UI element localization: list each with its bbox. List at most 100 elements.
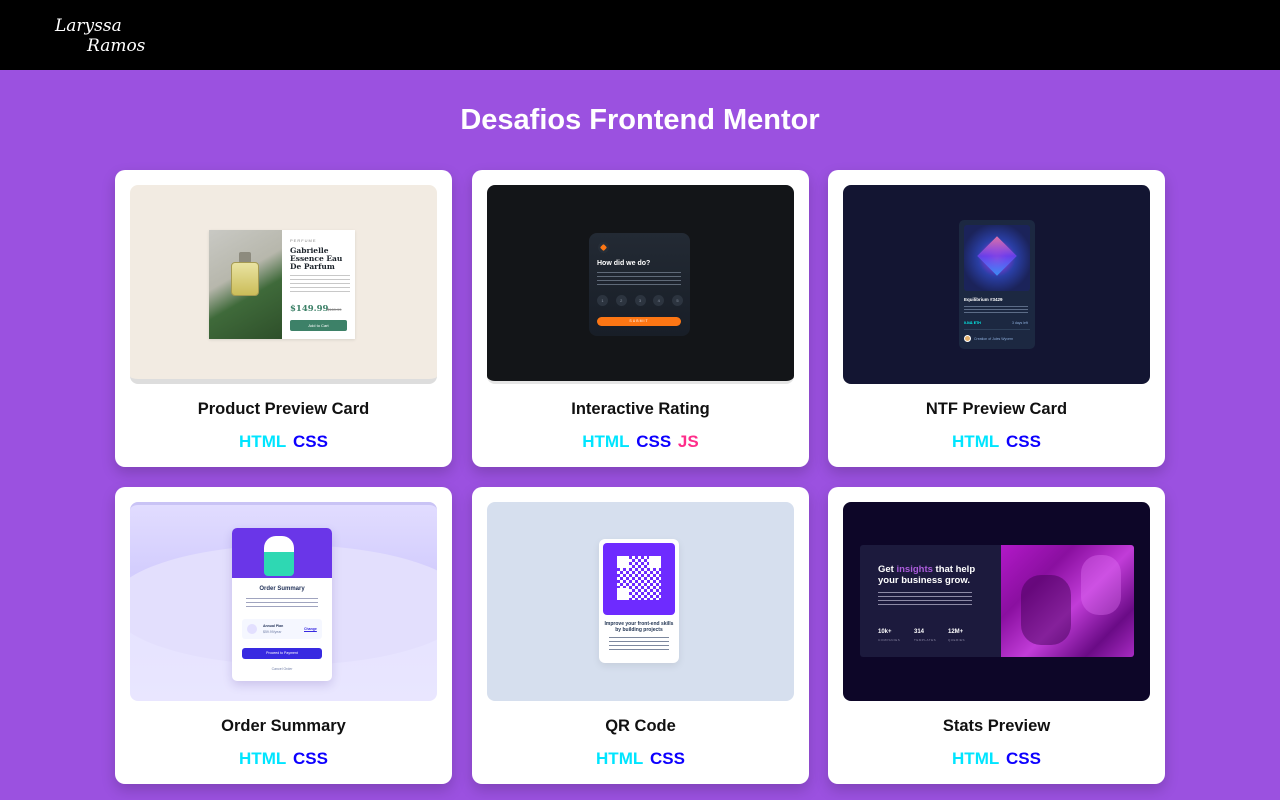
project-thumbnail[interactable]: PERFUME Gabrielle Essence Eau De Parfum … [130, 185, 437, 384]
project-title: Interactive Rating [571, 400, 710, 418]
stat-value: 314 [914, 629, 925, 635]
page-title: Desafios Frontend Mentor [460, 104, 820, 136]
qr-card-preview: Improve your front-end skills by buildin… [599, 539, 679, 663]
perfume-bottle [231, 262, 259, 296]
tag-html: HTML [239, 749, 287, 768]
stats-heading: Get insights that help your business gro… [878, 564, 988, 586]
rating-card-preview: How did we do? 1 2 3 4 5 SUBMIT [589, 233, 690, 336]
plan-box: Annual Plan $59.99/year Change [242, 619, 322, 639]
proceed-payment-button: Proceed to Payment [242, 648, 322, 659]
rating-option: 5 [672, 295, 683, 306]
project-title: QR Code [605, 717, 676, 735]
qr-description-lines [609, 637, 669, 651]
project-title: Order Summary [221, 717, 346, 735]
rating-numbers: 1 2 3 4 5 [597, 295, 683, 306]
nft-days-left: 3 days left [1012, 321, 1028, 325]
rating-option: 1 [597, 295, 608, 306]
stat-label: TEMPLATES [914, 638, 937, 642]
tag-css: CSS [292, 749, 328, 768]
nft-price: 0.041 ETH [964, 321, 981, 325]
project-title: Product Preview Card [197, 400, 370, 418]
tag-css: CSS [1005, 749, 1041, 768]
stats-heading-highlight: insights [896, 564, 933, 575]
order-title: Order Summary [259, 586, 305, 592]
gem-shape [977, 236, 1017, 276]
project-card-order-summary[interactable]: Order Summary Annual Plan $59.99/year Ch… [115, 487, 452, 784]
project-card-stats-preview[interactable]: Get insights that help your business gro… [828, 487, 1165, 784]
music-icon [247, 624, 257, 634]
stat-label: QUERIES [948, 638, 966, 642]
tech-tags: HTML CSS [828, 432, 1165, 452]
product-title: Gabrielle Essence Eau De Parfum [290, 246, 343, 271]
perfume-image [209, 230, 282, 339]
stat-value: 10k+ [878, 629, 892, 635]
qr-code-box [603, 543, 675, 615]
product-description-lines [290, 275, 350, 295]
tag-html: HTML [582, 432, 630, 451]
nft-creator: Creation of Jules Wyvern [974, 337, 1014, 341]
plan-name: Annual Plan [263, 624, 284, 628]
stats-image [1001, 545, 1134, 657]
project-card-nft-preview[interactable]: Equilibrium #3429 0.041 ETH 3 days left … [828, 170, 1165, 467]
logo-last-name: Ramos [87, 36, 146, 56]
qr-code-icon [617, 556, 661, 600]
nft-card-preview: Equilibrium #3429 0.041 ETH 3 days left … [959, 220, 1035, 349]
project-title: Stats Preview [942, 717, 1051, 735]
tag-html: HTML [239, 432, 287, 451]
product-category: PERFUME [290, 238, 317, 243]
add-to-cart-button: Add to Cart [290, 320, 347, 331]
avatar [964, 335, 971, 342]
project-thumbnail[interactable]: Get insights that help your business gro… [843, 502, 1150, 701]
stat-label: COMPANIES [878, 638, 901, 642]
project-card-interactive-rating[interactable]: How did we do? 1 2 3 4 5 SUBMIT Interact… [472, 170, 809, 467]
project-card-qr-code[interactable]: Improve your front-end skills by buildin… [472, 487, 809, 784]
tag-html: HTML [952, 432, 1000, 451]
divider [964, 329, 1030, 330]
tag-html: HTML [596, 749, 644, 768]
project-title: NTF Preview Card [925, 400, 1068, 418]
submit-button: SUBMIT [597, 317, 681, 326]
product-card-preview: PERFUME Gabrielle Essence Eau De Parfum … [209, 230, 355, 339]
tech-tags: HTML CSS [115, 432, 452, 452]
tag-css: CSS [649, 749, 685, 768]
qr-title: Improve your front-end skills by buildin… [604, 621, 674, 633]
star-icon [598, 242, 609, 253]
nft-title: Equilibrium #3429 [964, 297, 1003, 302]
tag-html: HTML [952, 749, 1000, 768]
tag-js: JS [677, 432, 699, 451]
logo-first-name: Laryssa [55, 16, 122, 36]
stats-description-lines [878, 592, 972, 606]
site-logo[interactable]: Laryssa Ramos [55, 14, 150, 58]
project-card-product-preview[interactable]: PERFUME Gabrielle Essence Eau De Parfum … [115, 170, 452, 467]
rating-description-lines [597, 272, 681, 286]
stat-value: 12M+ [948, 629, 964, 635]
change-link: Change [304, 627, 317, 631]
nft-image [964, 225, 1030, 291]
rating-question: How did we do? [597, 260, 651, 267]
top-bar: Laryssa Ramos [0, 0, 1280, 70]
rating-option: 4 [653, 295, 665, 306]
tag-css: CSS [636, 432, 672, 451]
nft-description-lines [964, 306, 1028, 314]
project-thumbnail[interactable]: How did we do? 1 2 3 4 5 SUBMIT [487, 185, 794, 384]
tech-tags: HTML CSS [472, 749, 809, 769]
product-price: $149.99 [290, 304, 329, 314]
cancel-order-link: Cancel Order [271, 667, 293, 671]
tag-css: CSS [1005, 432, 1041, 451]
tech-tags: HTML CSS [828, 749, 1165, 769]
project-thumbnail[interactable]: Improve your front-end skills by buildin… [487, 502, 794, 701]
project-thumbnail[interactable]: Equilibrium #3429 0.041 ETH 3 days left … [843, 185, 1150, 384]
tag-css: CSS [292, 432, 328, 451]
dancer-figure [264, 536, 294, 576]
plan-price: $59.99/year [263, 630, 282, 634]
tech-tags: HTML CSS JS [472, 432, 809, 452]
hero-illustration [232, 528, 332, 578]
stats-heading-start: Get [878, 564, 897, 575]
project-thumbnail[interactable]: Order Summary Annual Plan $59.99/year Ch… [130, 502, 437, 701]
tech-tags: HTML CSS [115, 749, 452, 769]
stats-card-preview: Get insights that help your business gro… [860, 545, 1134, 657]
product-old-price: $169.99 [327, 307, 342, 312]
order-card-preview: Order Summary Annual Plan $59.99/year Ch… [232, 528, 332, 681]
rating-option: 2 [615, 295, 627, 306]
rating-option: 3 [634, 295, 646, 306]
